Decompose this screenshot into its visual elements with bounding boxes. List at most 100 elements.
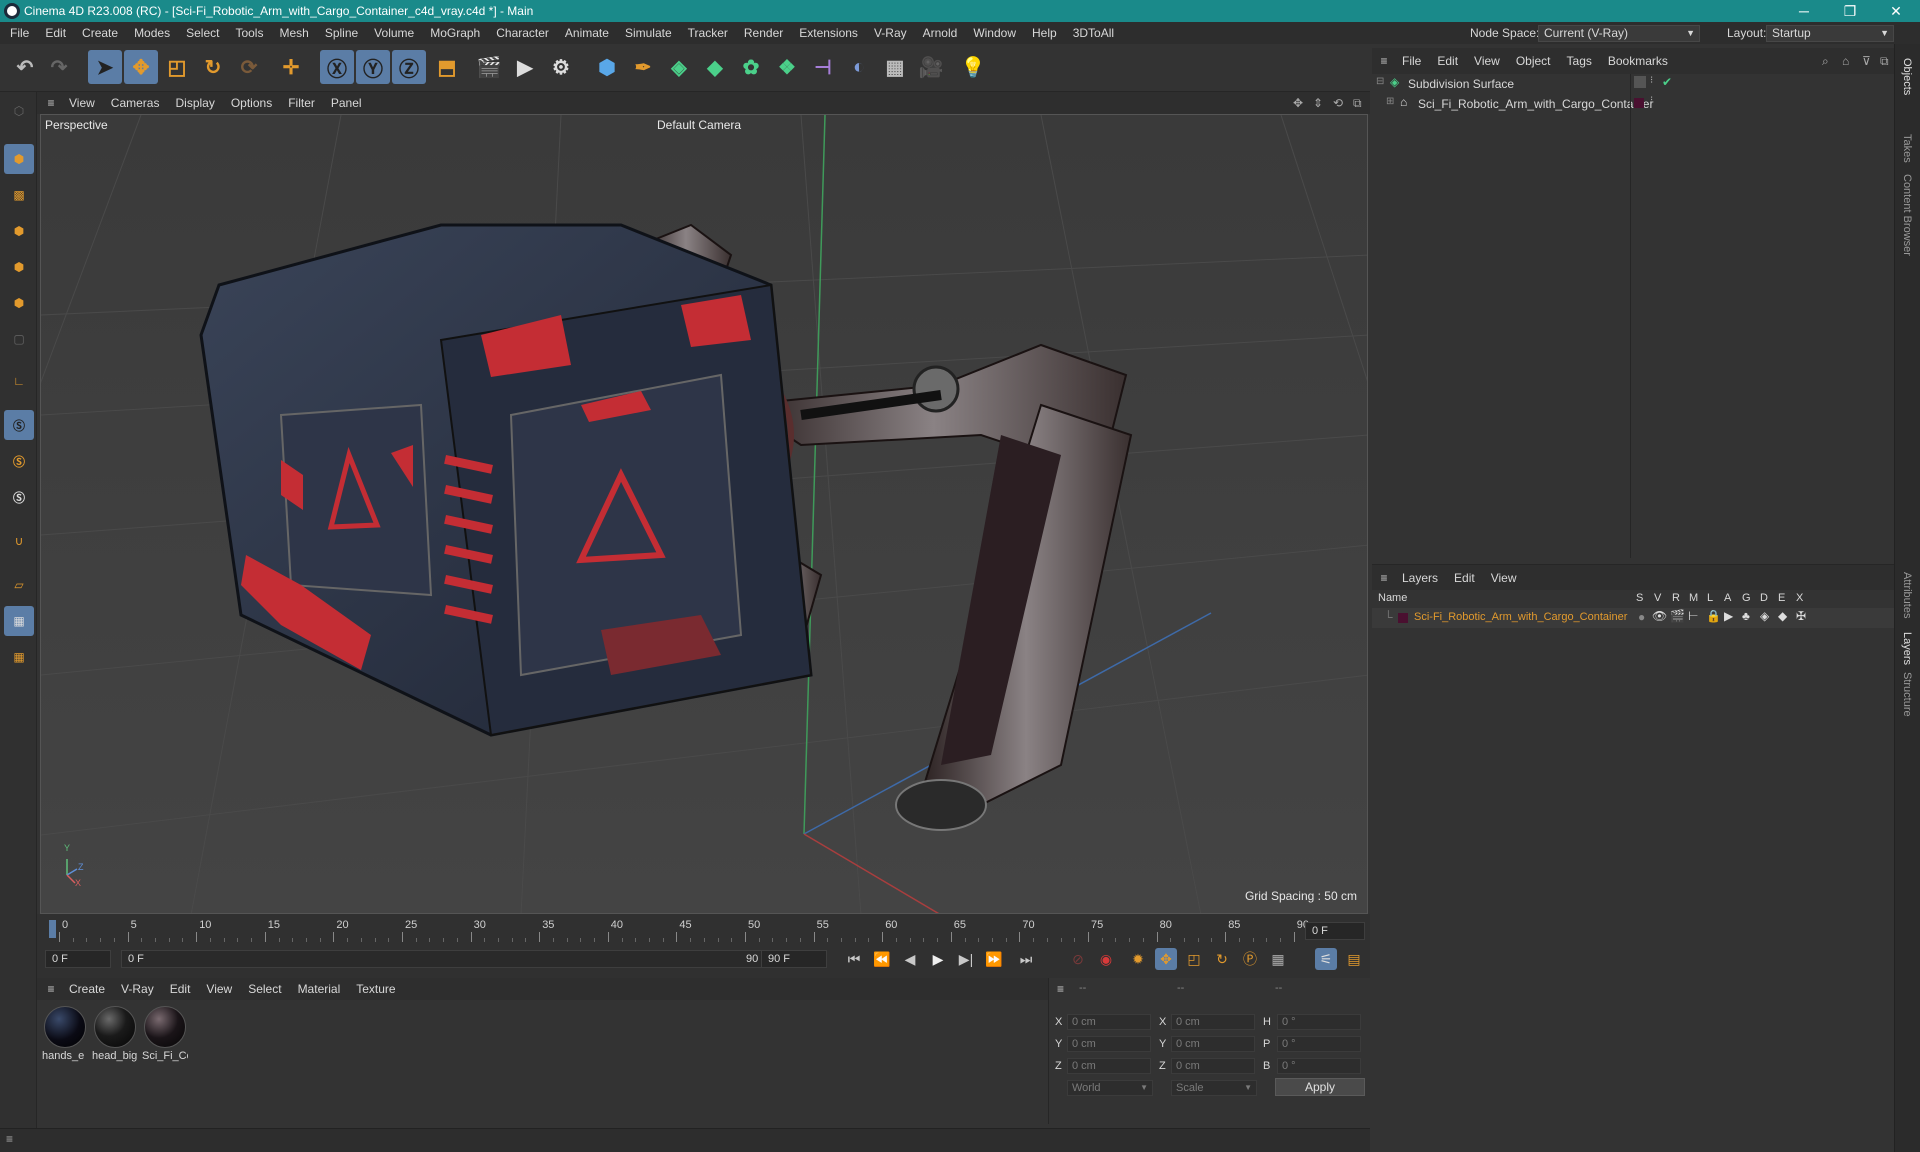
cloner-icon[interactable]: ✿ — [734, 50, 768, 84]
position-y-field[interactable]: 0 cm — [1067, 1036, 1151, 1052]
expression-icon[interactable]: ◆ — [1778, 609, 1787, 623]
menu-create[interactable]: Create — [74, 22, 126, 44]
apply-button[interactable]: Apply — [1275, 1078, 1365, 1096]
tree-item-robotic-arm[interactable]: ⊞ ⌂ Sci_Fi_Robotic_Arm_with_Cargo_Contai… — [1372, 94, 1894, 114]
tab-attributes[interactable]: Attributes — [1901, 572, 1913, 618]
coordinate-mode-select[interactable]: World ▼ — [1067, 1080, 1153, 1096]
hamburger-icon[interactable]: ≡ — [41, 96, 61, 110]
menu-3dtoall[interactable]: 3DToAll — [1065, 22, 1122, 44]
orbit-icon[interactable]: ⟲ — [1333, 96, 1343, 110]
key-parameter-icon[interactable]: Ⓟ — [1239, 948, 1261, 970]
go-to-start-icon[interactable]: ⏮ — [843, 948, 865, 970]
tab-content-browser[interactable]: Content Browser — [1901, 174, 1913, 256]
hamburger-icon[interactable]: ≡ — [1057, 982, 1064, 996]
size-z-field[interactable]: 0 cm — [1171, 1058, 1255, 1074]
layout-select[interactable]: Startup ▼ — [1766, 25, 1894, 42]
menu-file[interactable]: File — [2, 22, 37, 44]
tree-item-subdivision[interactable]: ⊟ ◈ Subdivision Surface ⁝ ✔ — [1372, 74, 1894, 94]
timeline-window-icon[interactable]: ▤ — [1343, 948, 1365, 970]
material-item[interactable]: head_big — [92, 1004, 138, 1062]
magnet-icon[interactable]: ∪ — [4, 526, 34, 556]
material-item[interactable]: Sci_Fi_Cc — [142, 1004, 188, 1062]
material-menu-create[interactable]: Create — [61, 978, 113, 1000]
object-menu-object[interactable]: Object — [1508, 48, 1559, 74]
coordinate-type-select[interactable]: Scale ▼ — [1171, 1080, 1257, 1096]
locked-workplane-icon[interactable]: ▦ — [4, 642, 34, 672]
viewport-menu-view[interactable]: View — [61, 92, 103, 114]
camera-name[interactable]: Default Camera — [657, 118, 741, 132]
layer-swatch[interactable] — [1634, 98, 1644, 108]
next-frame-icon[interactable]: ▶| — [955, 948, 977, 970]
axis-mode-icon[interactable]: ∟ — [4, 366, 34, 396]
menu-tools[interactable]: Tools — [227, 22, 271, 44]
layer-row[interactable]: └ Sci-Fi_Robotic_Arm_with_Cargo_Containe… — [1372, 608, 1894, 628]
scale-tool-icon[interactable]: ◰ — [160, 50, 194, 84]
texture-mode-icon[interactable]: ▩ — [4, 180, 34, 210]
layer-menu-view[interactable]: View — [1483, 565, 1525, 591]
menu-spline[interactable]: Spline — [317, 22, 366, 44]
zoom-icon[interactable]: ⇕ — [1313, 96, 1323, 110]
viewport-menu-panel[interactable]: Panel — [323, 92, 370, 114]
menu-tracker[interactable]: Tracker — [680, 22, 736, 44]
solo-icon[interactable]: ● — [1638, 610, 1645, 624]
menu-animate[interactable]: Animate — [557, 22, 617, 44]
object-menu-bookmarks[interactable]: Bookmarks — [1600, 48, 1676, 74]
pen-spline-icon[interactable]: ✒ — [626, 50, 660, 84]
play-icon[interactable]: ▶ — [927, 948, 949, 970]
animation-icon[interactable]: ▶ — [1724, 609, 1733, 623]
expand-icon[interactable]: ⊟ — [1376, 76, 1384, 87]
node-space-select[interactable]: Current (V-Ray) ▼ — [1538, 25, 1700, 42]
menu-select[interactable]: Select — [178, 22, 227, 44]
motion-record-icon[interactable]: ⚟ — [1315, 948, 1337, 970]
viewport-menu-options[interactable]: Options — [223, 92, 280, 114]
material-menu-select[interactable]: Select — [240, 978, 289, 1000]
menu-vray[interactable]: V-Ray — [866, 22, 915, 44]
hamburger-icon[interactable]: ≡ — [1374, 571, 1394, 585]
deformer-icon[interactable]: ◈ — [1760, 609, 1769, 623]
deformer-icon[interactable]: ⊣ — [806, 50, 840, 84]
previous-frame-icon[interactable]: ◀ — [899, 948, 921, 970]
enabled-check-icon[interactable]: ✔ — [1662, 75, 1672, 89]
menu-simulate[interactable]: Simulate — [617, 22, 680, 44]
layer-name[interactable]: Sci-Fi_Robotic_Arm_with_Cargo_Container — [1414, 611, 1627, 623]
hamburger-icon[interactable]: ≡ — [6, 1132, 13, 1146]
material-menu-view[interactable]: View — [198, 978, 240, 1000]
tab-takes[interactable]: Takes — [1901, 134, 1913, 163]
material-menu-vray[interactable]: V-Ray — [113, 978, 162, 1000]
light-icon[interactable]: 💡 — [956, 50, 990, 84]
tab-layers[interactable]: Layers — [1901, 632, 1913, 665]
viewport-menu-display[interactable]: Display — [167, 92, 222, 114]
rotate-tool-icon[interactable]: ↻ — [196, 50, 230, 84]
make-editable-icon[interactable]: ⬡ — [4, 96, 34, 126]
rotation-h-field[interactable]: 0 ° — [1277, 1014, 1361, 1030]
uv-mode-icon[interactable]: ▢ — [4, 324, 34, 354]
snap-icon[interactable]: Ⓢ — [4, 410, 34, 440]
rotation-b-field[interactable]: 0 ° — [1277, 1058, 1361, 1074]
pan-icon[interactable]: ✥ — [1293, 96, 1303, 110]
move-tool-icon[interactable]: ✥ — [124, 50, 158, 84]
visibility-dots-icon[interactable]: ⁝ — [1650, 95, 1653, 106]
size-y-field[interactable]: 0 cm — [1171, 1036, 1255, 1052]
workplane-icon[interactable]: ▱ — [4, 570, 34, 600]
eye-icon[interactable]: 👁 — [1652, 609, 1667, 623]
next-key-icon[interactable]: ⏩ — [983, 948, 1005, 970]
filter-icon[interactable]: ⊽ — [1862, 54, 1871, 68]
floor-icon[interactable]: ▦ — [878, 50, 912, 84]
recent-tools-icon[interactable]: ⟳ — [232, 50, 266, 84]
restore-button[interactable]: ❐ — [1827, 0, 1873, 22]
menu-character[interactable]: Character — [488, 22, 557, 44]
coordinate-system-icon[interactable]: ⬒ — [430, 50, 464, 84]
object-menu-file[interactable]: File — [1394, 48, 1429, 74]
undo-icon[interactable]: ↶ — [8, 50, 42, 84]
end-frame-field[interactable]: 90 F — [761, 950, 827, 968]
autokey-icon[interactable]: ◉ — [1095, 948, 1117, 970]
record-icon[interactable]: ⊘ — [1067, 948, 1089, 970]
field-icon[interactable]: ◐ — [842, 50, 876, 84]
viewport-menu-filter[interactable]: Filter — [280, 92, 323, 114]
visibility-dots-icon[interactable]: ⁝ — [1650, 75, 1653, 86]
quantize-icon[interactable]: Ⓢ — [4, 482, 34, 512]
home-icon[interactable]: ⌂ — [1842, 54, 1849, 68]
object-menu-tags[interactable]: Tags — [1559, 48, 1600, 74]
frame-range-slider[interactable]: 0 F 90 F — [121, 950, 777, 968]
menu-extensions[interactable]: Extensions — [791, 22, 866, 44]
